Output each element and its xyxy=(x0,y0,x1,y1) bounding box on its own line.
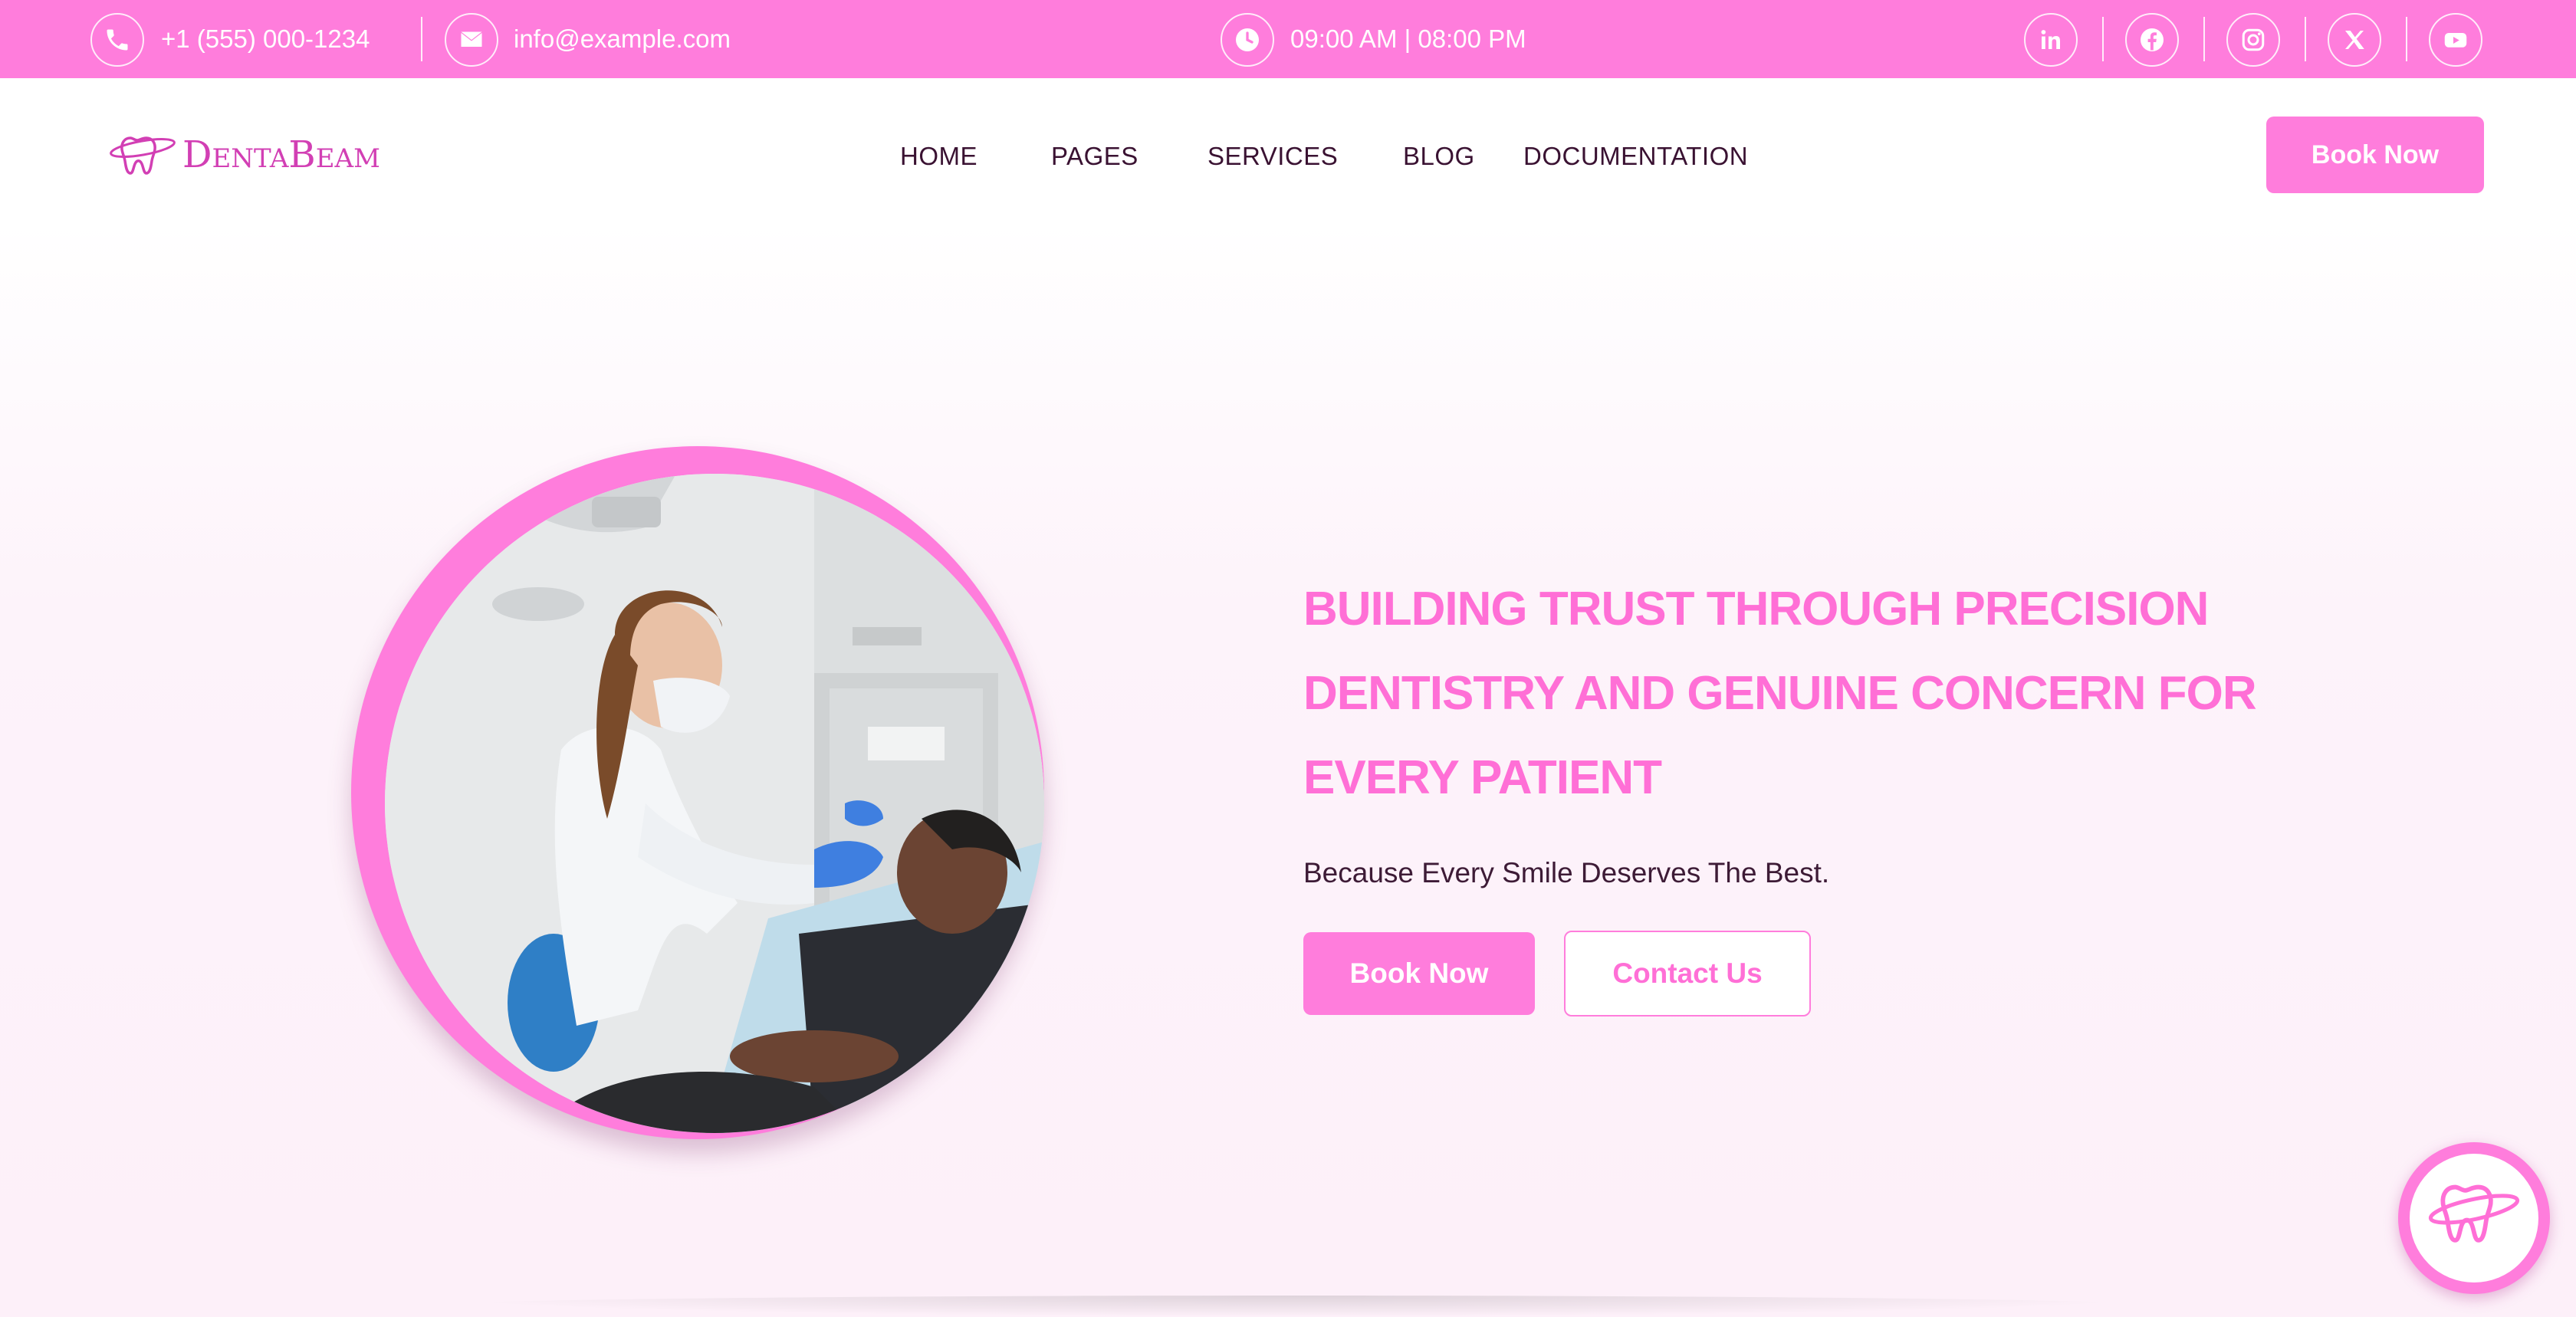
instagram-icon[interactable] xyxy=(2226,13,2280,67)
tooth-logo-icon xyxy=(110,136,176,175)
hero-title: BUILDING TRUST THROUGH PRECISION DENTIST… xyxy=(1303,583,2257,804)
hero-subtitle: Because Every Smile Deserves The Best. xyxy=(1303,857,1830,888)
nav-blog[interactable]: BLOG xyxy=(1403,140,1475,173)
section-shadow xyxy=(414,1296,2177,1317)
x-twitter-icon[interactable] xyxy=(2328,13,2381,67)
divider xyxy=(421,17,422,61)
hero-contact-us-button[interactable]: Contact Us xyxy=(1564,931,1811,1016)
nav-documentation[interactable]: DOCUMENTATION xyxy=(1523,140,1748,173)
tooth-chat-icon xyxy=(2428,1184,2520,1243)
clock-icon xyxy=(1221,13,1274,67)
dentist-treating-patient-photo xyxy=(385,474,1044,1133)
email-address[interactable]: info@example.com xyxy=(514,23,731,55)
fab-inner xyxy=(2410,1154,2538,1283)
brand-logo[interactable]: DentaBeam xyxy=(109,127,380,182)
floating-chat-button[interactable] xyxy=(2398,1142,2550,1294)
header-book-now-button[interactable]: Book Now xyxy=(2266,117,2484,193)
nav-services[interactable]: SERVICES xyxy=(1208,140,1338,173)
brand-name: DentaBeam xyxy=(182,133,380,176)
nav-pages[interactable]: PAGES xyxy=(1051,140,1138,173)
hero-book-now-button[interactable]: Book Now xyxy=(1303,932,1535,1015)
divider xyxy=(2203,17,2205,61)
linkedin-icon[interactable] xyxy=(2024,13,2078,67)
phone-number[interactable]: +1 (555) 000-1234 xyxy=(161,23,370,55)
nav-home[interactable]: HOME xyxy=(900,140,978,173)
top-info-bar: +1 (555) 000-1234 info@example.com 09:00… xyxy=(0,0,2576,78)
divider xyxy=(2305,17,2306,61)
phone-icon xyxy=(90,13,144,67)
divider xyxy=(2102,17,2104,61)
opening-hours: 09:00 AM | 08:00 PM xyxy=(1290,25,1526,53)
youtube-icon[interactable] xyxy=(2429,13,2482,67)
envelope-icon xyxy=(445,13,498,67)
facebook-icon[interactable] xyxy=(2125,13,2179,67)
divider xyxy=(2406,17,2407,61)
